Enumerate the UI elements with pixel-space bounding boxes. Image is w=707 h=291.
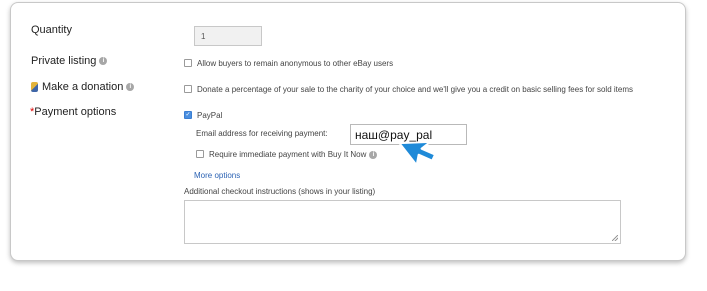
donation-option[interactable]: Donate a percentage of your sale to the … [184,84,633,94]
instructions-label: Additional checkout instructions (shows … [184,187,376,196]
donation-label-text: Make a donation [42,81,124,93]
immediate-payment-option[interactable]: Require immediate payment with Buy It No… [196,149,378,159]
private-listing-label: Private listing i [31,55,108,67]
payment-options-label: *Payment options [30,106,116,118]
listing-form-panel: Quantity 1 Private listing i Allow buyers… [10,2,686,261]
immediate-payment-label: Require immediate payment with Buy It No… [209,150,367,159]
ribbon-icon [31,82,38,93]
donation-checkbox[interactable] [184,84,192,93]
info-icon[interactable]: i [99,57,108,66]
payment-options-label-text: Payment options [34,106,117,118]
private-listing-option[interactable]: Allow buyers to remain anonymous to othe… [184,58,394,68]
private-listing-checkbox-label: Allow buyers to remain anonymous to othe… [197,59,394,68]
private-listing-label-text: Private listing [31,55,97,67]
info-icon[interactable]: i [369,150,378,159]
more-options-link[interactable]: More options [194,171,240,180]
donation-checkbox-label: Donate a percentage of your sale to the … [197,85,633,94]
paypal-option[interactable]: ✓ PayPal [184,110,223,120]
paypal-label: PayPal [197,111,223,120]
paypal-checkbox[interactable]: ✓ [184,110,192,119]
email-label: Email address for receiving payment: [196,129,328,138]
private-listing-checkbox[interactable] [184,58,192,67]
immediate-payment-checkbox[interactable] [196,149,204,158]
quantity-label: Quantity [31,24,72,36]
arrow-pointer-icon [398,140,437,167]
checkout-instructions-textarea[interactable] [184,200,621,244]
resize-grip-icon[interactable] [612,235,618,241]
quantity-input[interactable]: 1 [194,26,262,46]
donation-label: Make a donation i [31,81,135,93]
info-icon[interactable]: i [126,83,135,92]
